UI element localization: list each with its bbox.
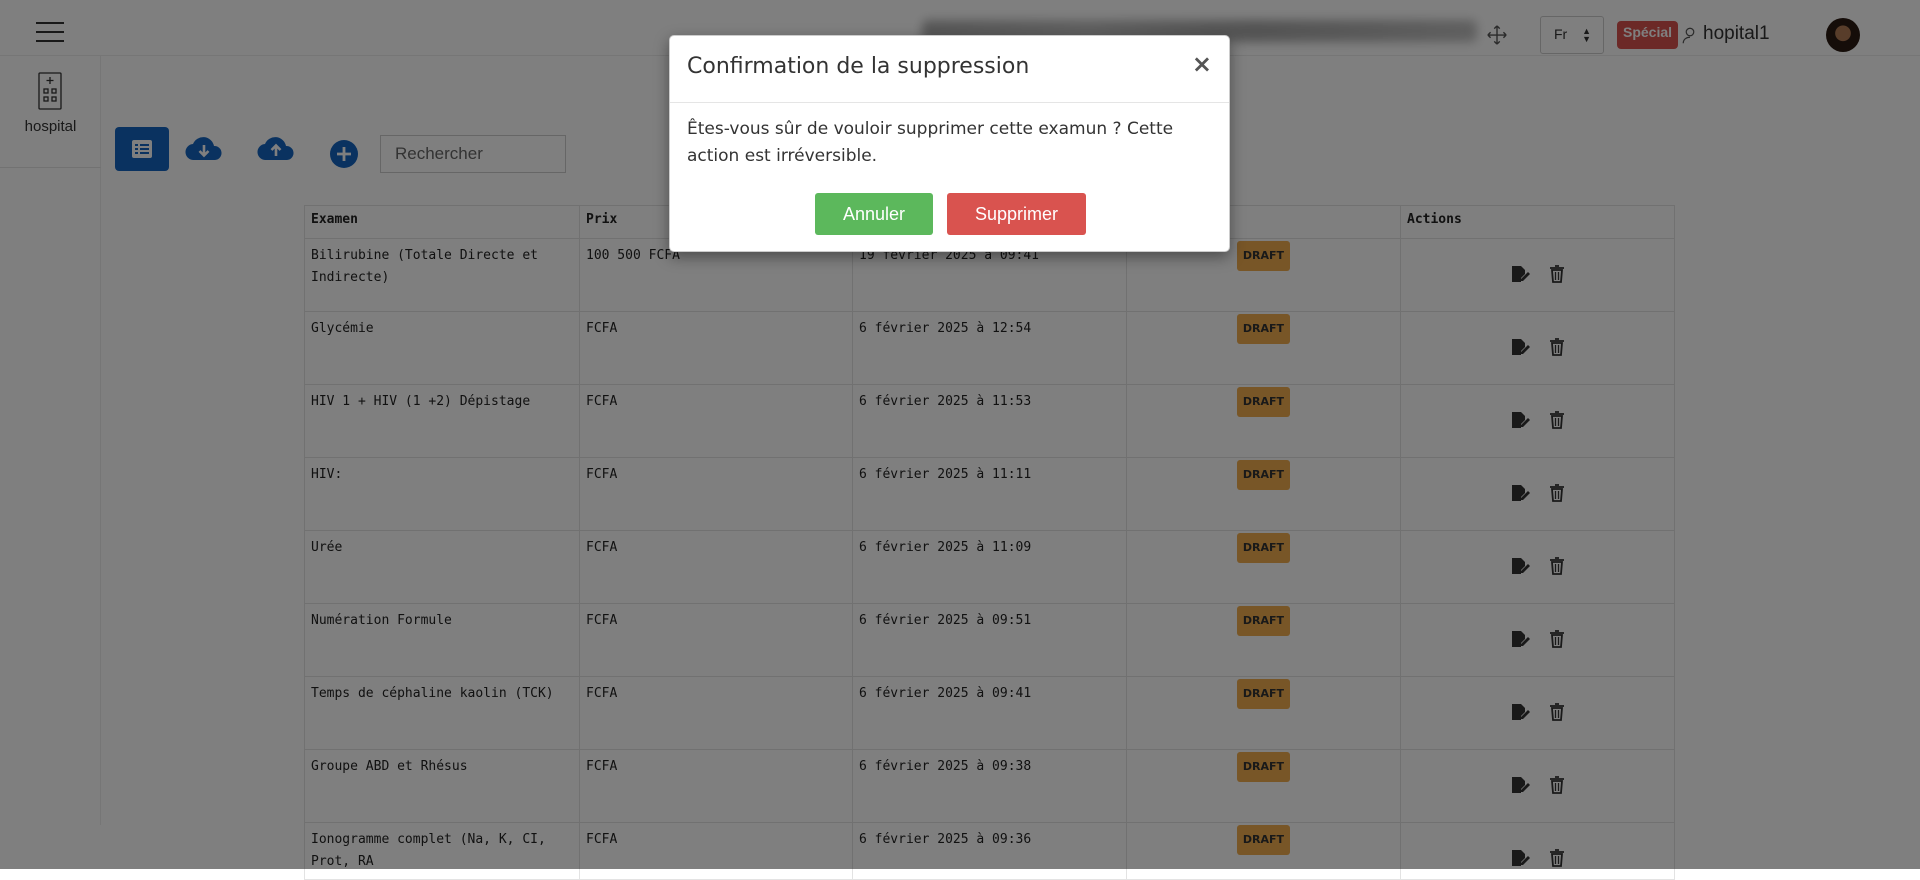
- close-icon[interactable]: ×: [1192, 50, 1212, 78]
- delete-confirmation-modal: Confirmation de la suppression × Êtes-vo…: [669, 35, 1230, 252]
- delete-button[interactable]: Supprimer: [947, 193, 1086, 235]
- modal-footer: Annuler Supprimer: [670, 193, 1231, 235]
- modal-message: Êtes-vous sûr de vouloir supprimer cette…: [687, 119, 1174, 166]
- cancel-button[interactable]: Annuler: [815, 193, 933, 235]
- modal-title: Confirmation de la suppression: [687, 54, 1030, 79]
- modal-header: Confirmation de la suppression ×: [670, 36, 1229, 103]
